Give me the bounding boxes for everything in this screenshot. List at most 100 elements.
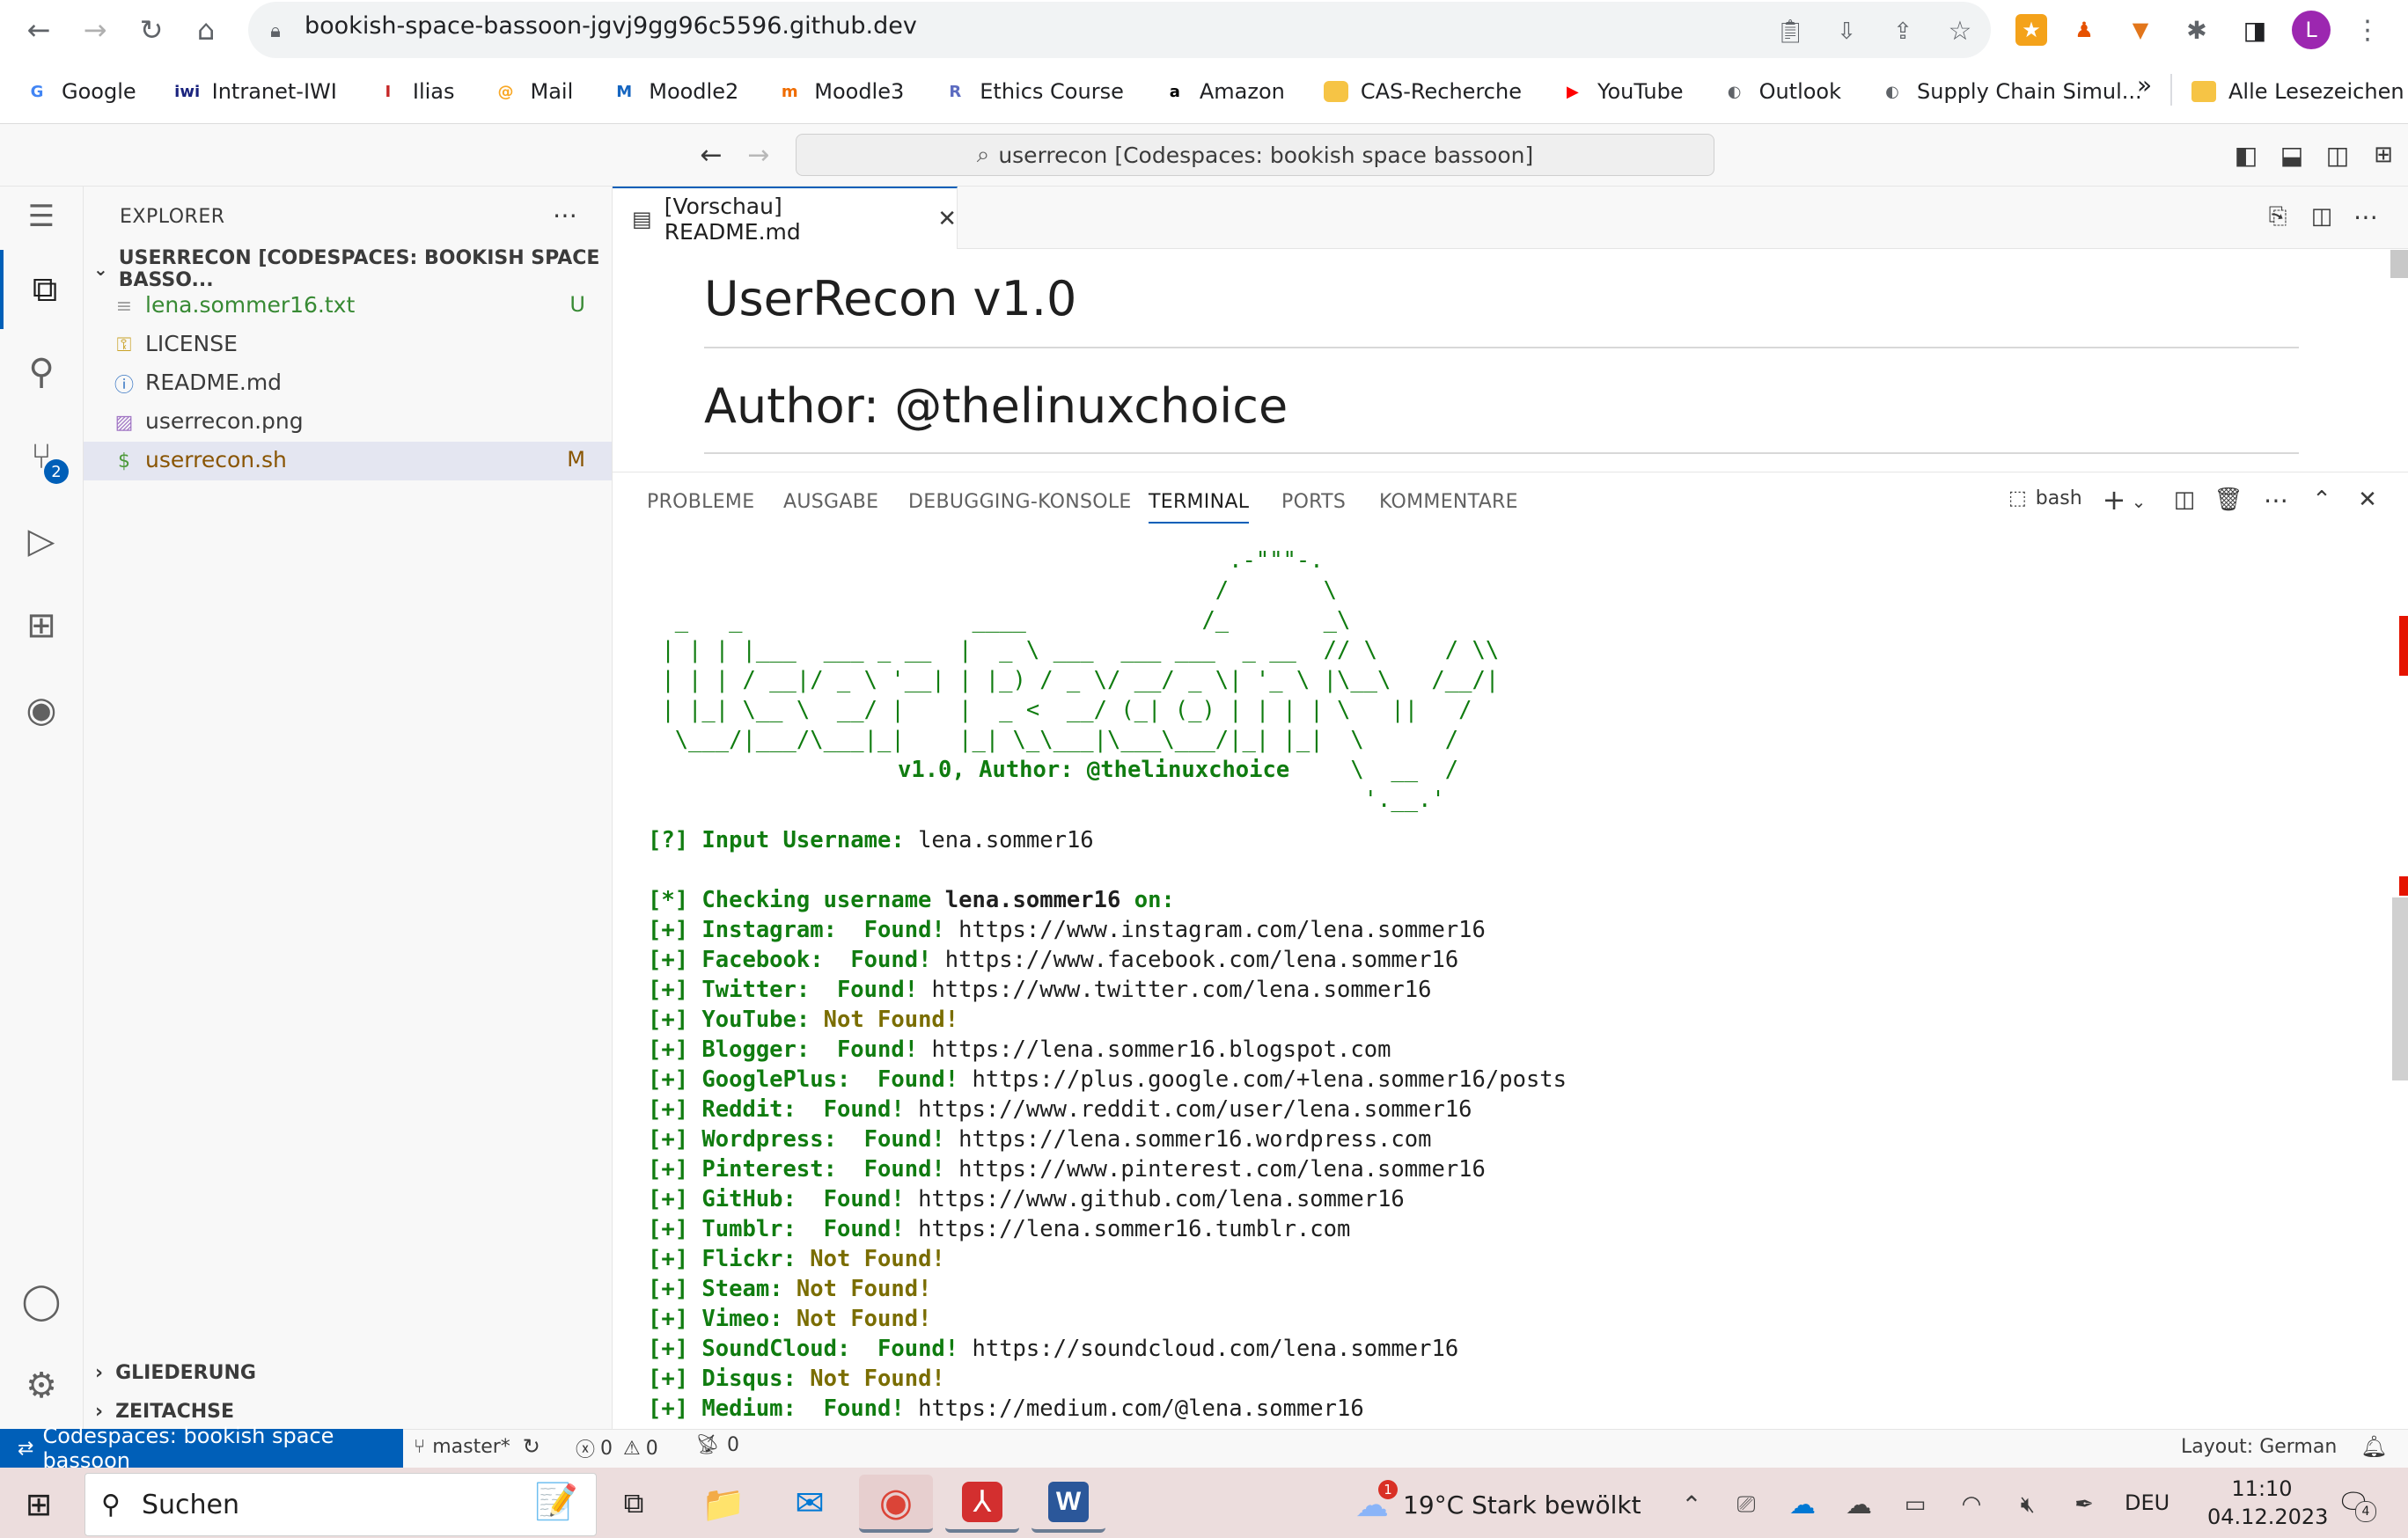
file-item[interactable]: ≡ lena.sommer16.txt U bbox=[84, 287, 612, 326]
bookmark-item[interactable]: I Ilias bbox=[376, 79, 455, 104]
word-app-icon[interactable]: W bbox=[1031, 1475, 1105, 1533]
terminal-output[interactable]: .-"""-. / \ _ _ ____ /_ _\ | | | |___ __… bbox=[648, 546, 2373, 1425]
windows-start-icon[interactable]: ⊞ bbox=[19, 1485, 58, 1524]
notifications-bell-icon[interactable]: 🔔︎ bbox=[2360, 1434, 2387, 1459]
extensions-icon[interactable]: ⊞ bbox=[0, 586, 83, 665]
toggle-sidebar-icon[interactable]: ◧ bbox=[2230, 139, 2262, 171]
toggle-panel-icon[interactable]: ⬓ bbox=[2276, 139, 2308, 171]
wifi-icon[interactable]: ◠ bbox=[1956, 1487, 1987, 1522]
terminal-shell-selector[interactable]: ⬚ bash bbox=[2008, 487, 2082, 509]
weather-widget[interactable]: ☁ 1 19°C Stark bewölkt bbox=[1355, 1480, 1641, 1524]
bookmark-item[interactable]: ▶ YouTube bbox=[1560, 79, 1684, 104]
open-source-icon[interactable]: ⎘ bbox=[2262, 201, 2294, 232]
taskbar-search[interactable]: ⚲ Suchen 📝 bbox=[84, 1473, 597, 1536]
github-icon[interactable]: ◉ bbox=[0, 670, 83, 750]
toggle-secondary-sidebar-icon[interactable]: ◫ bbox=[2322, 139, 2353, 171]
onedrive-icon[interactable]: ☁ bbox=[1787, 1487, 1818, 1522]
bookmark-item[interactable]: a Amazon bbox=[1163, 79, 1285, 104]
install-app-icon[interactable]: ⇩ bbox=[1831, 16, 1862, 48]
settings-gear-icon[interactable]: ⚙ bbox=[0, 1346, 83, 1425]
bookmark-item[interactable]: ◐ Supply Chain Simul... bbox=[1880, 79, 2142, 104]
pen-icon[interactable]: ✒ bbox=[2068, 1487, 2100, 1522]
result-url[interactable]: https://www.instagram.com/lena.sommer16 bbox=[958, 917, 1486, 943]
outline-section[interactable]: › GLIEDERUNG bbox=[88, 1355, 256, 1390]
task-view-icon[interactable]: ⧉ bbox=[614, 1483, 653, 1522]
panel-tab-terminal[interactable]: TERMINAL bbox=[1149, 491, 1250, 524]
notification-center-icon[interactable]: 🗨︎ 4 bbox=[2334, 1483, 2376, 1522]
extension-star-icon[interactable]: ★ bbox=[2015, 14, 2047, 46]
file-explorer-app-icon[interactable]: 📁 bbox=[686, 1475, 760, 1533]
ports-status[interactable]: 📡︎ 0 bbox=[695, 1434, 739, 1456]
file-item[interactable]: ⚿ LICENSE bbox=[84, 326, 612, 364]
result-url[interactable]: https://lena.sommer16.wordpress.com bbox=[958, 1126, 1431, 1153]
more-bookmarks-chevron[interactable]: » bbox=[2137, 70, 2152, 99]
onedrive-personal-icon[interactable]: ☁ bbox=[1843, 1487, 1875, 1522]
bookmark-item[interactable]: ◐ Outlook bbox=[1722, 79, 1841, 104]
bookmark-star-icon[interactable]: ☆ bbox=[1943, 14, 1977, 48]
all-bookmarks-folder[interactable]: Alle Lesezeichen bbox=[2191, 72, 2404, 111]
panel-tab-debugging-konsole[interactable]: DEBUGGING-KONSOLE bbox=[908, 491, 1132, 513]
clipboard-icon[interactable]: 📋︎ bbox=[1774, 16, 1806, 48]
panel-tab-kommentare[interactable]: KOMMENTARE bbox=[1379, 491, 1518, 513]
go-back-icon[interactable]: ← bbox=[694, 139, 729, 171]
customize-layout-icon[interactable]: ⊞ bbox=[2368, 139, 2399, 171]
file-item[interactable]: ⓘ README.md bbox=[84, 364, 612, 403]
bookmark-item[interactable]: m Moodle3 bbox=[777, 79, 904, 104]
chevron-down-icon[interactable]: ⌄ bbox=[2128, 486, 2149, 517]
result-url[interactable]: https://www.twitter.com/lena.sommer16 bbox=[931, 977, 1431, 1003]
explorer-more-actions-icon[interactable]: ⋯ bbox=[553, 201, 577, 230]
lock-icon[interactable]: 🔒︎ bbox=[262, 18, 289, 44]
menu-hamburger-icon[interactable]: ☰ bbox=[0, 179, 83, 253]
search-icon[interactable]: ⚲ bbox=[0, 333, 83, 412]
workspace-folder-header[interactable]: ⌄ USERRECON [CODESPACES: BOOKISH SPACE B… bbox=[88, 247, 613, 291]
battery-icon[interactable]: ▭ bbox=[1899, 1487, 1931, 1522]
command-center[interactable]: ⌕ userrecon [Codespaces: bookish space b… bbox=[796, 134, 1714, 176]
result-url[interactable]: https://www.github.com/lena.sommer16 bbox=[918, 1186, 1405, 1212]
extensions-puzzle-icon[interactable]: ✱ bbox=[2181, 14, 2213, 46]
remote-indicator[interactable]: ⇄ Codespaces: bookish space bassoon bbox=[0, 1424, 403, 1473]
result-url[interactable]: https://plus.google.com/+lena.sommer16/p… bbox=[973, 1066, 1567, 1093]
bookmark-item[interactable]: G Google bbox=[25, 79, 136, 104]
run-debug-icon[interactable]: ▷ bbox=[0, 502, 83, 581]
file-item[interactable]: $ userrecon.sh M bbox=[84, 442, 612, 480]
new-terminal-plus-icon[interactable]: + bbox=[2098, 483, 2130, 516]
input-language[interactable]: DEU bbox=[2125, 1490, 2169, 1515]
problems-status[interactable]: ⓧ 0 ⚠ 0 bbox=[576, 1434, 658, 1462]
extension-figure-icon[interactable]: ♟ bbox=[2068, 14, 2100, 46]
back-arrow-icon[interactable]: ← bbox=[18, 9, 60, 51]
result-url[interactable]: https://www.pinterest.com/lena.sommer16 bbox=[958, 1156, 1486, 1183]
result-url[interactable]: https://www.reddit.com/user/lena.sommer1… bbox=[918, 1096, 1472, 1123]
home-icon[interactable]: ⌂ bbox=[185, 9, 227, 51]
side-panel-icon[interactable]: ◨ bbox=[2239, 14, 2271, 46]
maximize-panel-chevron-up-icon[interactable]: ⌃ bbox=[2306, 484, 2338, 516]
editor-more-actions-icon[interactable]: ⋯ bbox=[2350, 201, 2382, 232]
keyboard-layout-status[interactable]: Layout: German bbox=[2181, 1436, 2337, 1458]
acrobat-app-icon[interactable]: ⅄ bbox=[945, 1475, 1019, 1533]
split-editor-icon[interactable]: ◫ bbox=[2306, 201, 2338, 232]
close-panel-icon[interactable]: ✕ bbox=[2352, 484, 2383, 516]
tray-chevron-up-icon[interactable]: ⌃ bbox=[1676, 1487, 1707, 1522]
url-text[interactable]: bookish-space-bassoon-jgvj9gg96c5596.git… bbox=[305, 12, 917, 40]
bookmark-item[interactable]: CAS-Recherche bbox=[1323, 79, 1522, 104]
chrome-menu-icon[interactable]: ⋮ bbox=[2352, 14, 2383, 46]
trash-icon[interactable]: 🗑︎ bbox=[2213, 484, 2244, 516]
result-url[interactable]: https://lena.sommer16.blogspot.com bbox=[931, 1036, 1391, 1063]
terminal-scrollbar-thumb[interactable] bbox=[2392, 897, 2408, 1080]
chrome-app-icon[interactable]: ◉ bbox=[859, 1475, 933, 1533]
metamask-fox-icon[interactable]: ▼ bbox=[2125, 14, 2156, 46]
result-url[interactable]: https://medium.com/@lena.sommer16 bbox=[918, 1395, 1364, 1422]
branch-status[interactable]: ⑂ master* ↻ bbox=[414, 1434, 540, 1459]
mail-app-icon[interactable]: ✉ bbox=[773, 1475, 847, 1533]
sync-icon[interactable]: ↻ bbox=[523, 1434, 540, 1459]
forward-arrow-icon[interactable]: → bbox=[74, 9, 116, 51]
source-control-icon[interactable]: ⑂ bbox=[0, 417, 83, 496]
file-item[interactable]: ▨ userrecon.png bbox=[84, 403, 612, 442]
panel-tab-probleme[interactable]: PROBLEME bbox=[647, 491, 754, 513]
tab-readme-preview[interactable]: ▤ [Vorschau] README.md ✕ bbox=[613, 187, 958, 249]
speaker-muted-icon[interactable]: 🔇︎ bbox=[2012, 1487, 2044, 1522]
panel-more-actions-icon[interactable]: ⋯ bbox=[2260, 484, 2292, 516]
result-url[interactable]: https://lena.sommer16.tumblr.com bbox=[918, 1216, 1350, 1242]
go-forward-icon[interactable]: → bbox=[741, 139, 776, 171]
reload-icon[interactable]: ↻ bbox=[130, 9, 173, 51]
panel-tab-ports[interactable]: PORTS bbox=[1281, 491, 1346, 513]
